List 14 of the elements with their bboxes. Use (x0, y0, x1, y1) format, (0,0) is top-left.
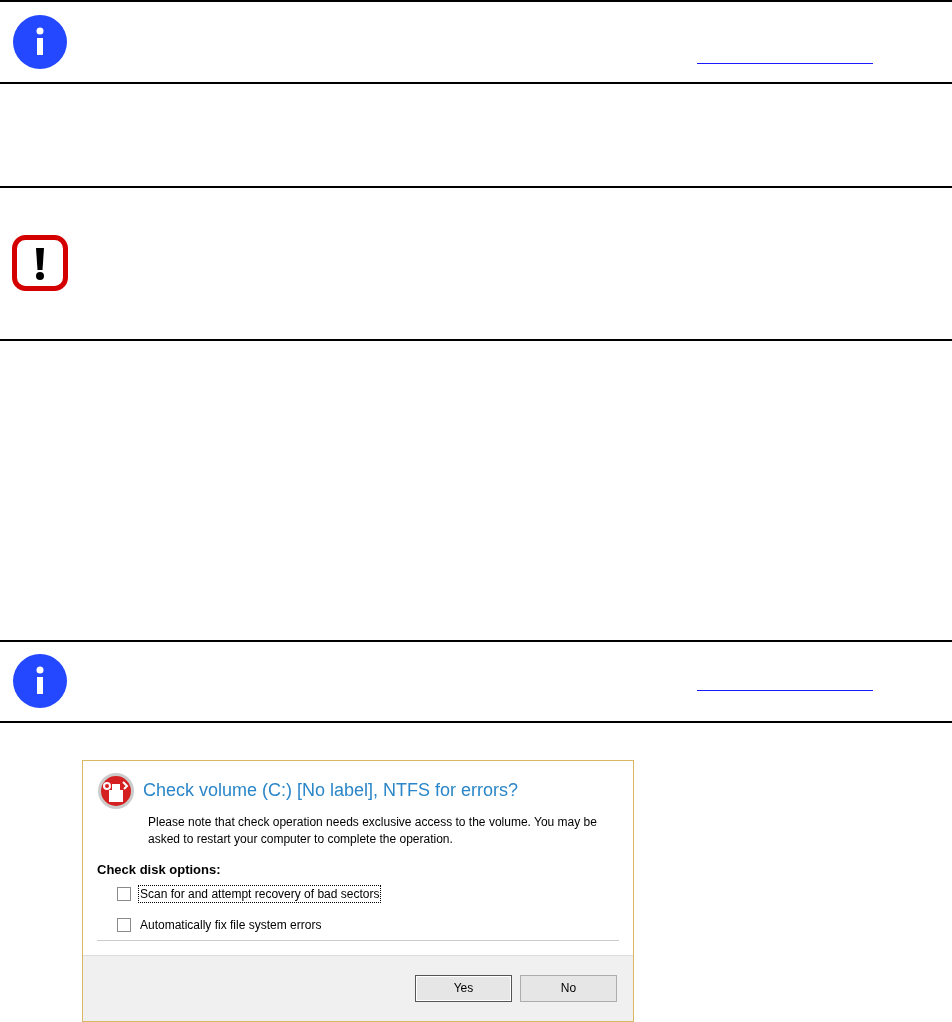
warning-icon (12, 235, 68, 292)
checkbox[interactable] (117, 917, 131, 932)
option-label[interactable]: Automatically fix file system errors (138, 915, 324, 934)
dialog-message: Please note that check operation needs exclusive access to the volume. You may be asked to restart your computer to complete the operation. (148, 813, 598, 848)
checkbox[interactable] (117, 886, 131, 901)
dialog-title: Check volume (C:) [No label], NTFS for errors? (143, 780, 519, 802)
rescue-icon (97, 771, 135, 810)
info-icon (12, 13, 68, 70)
dialog-button[interactable]: No (520, 974, 617, 1002)
dialog-button[interactable]: Yes (415, 974, 512, 1002)
link-underline[interactable] (697, 689, 873, 691)
option-label[interactable]: Scan for and attempt recovery of bad sectors (138, 884, 382, 903)
info-icon (12, 653, 68, 710)
options-heading: Check disk options: (97, 861, 222, 877)
